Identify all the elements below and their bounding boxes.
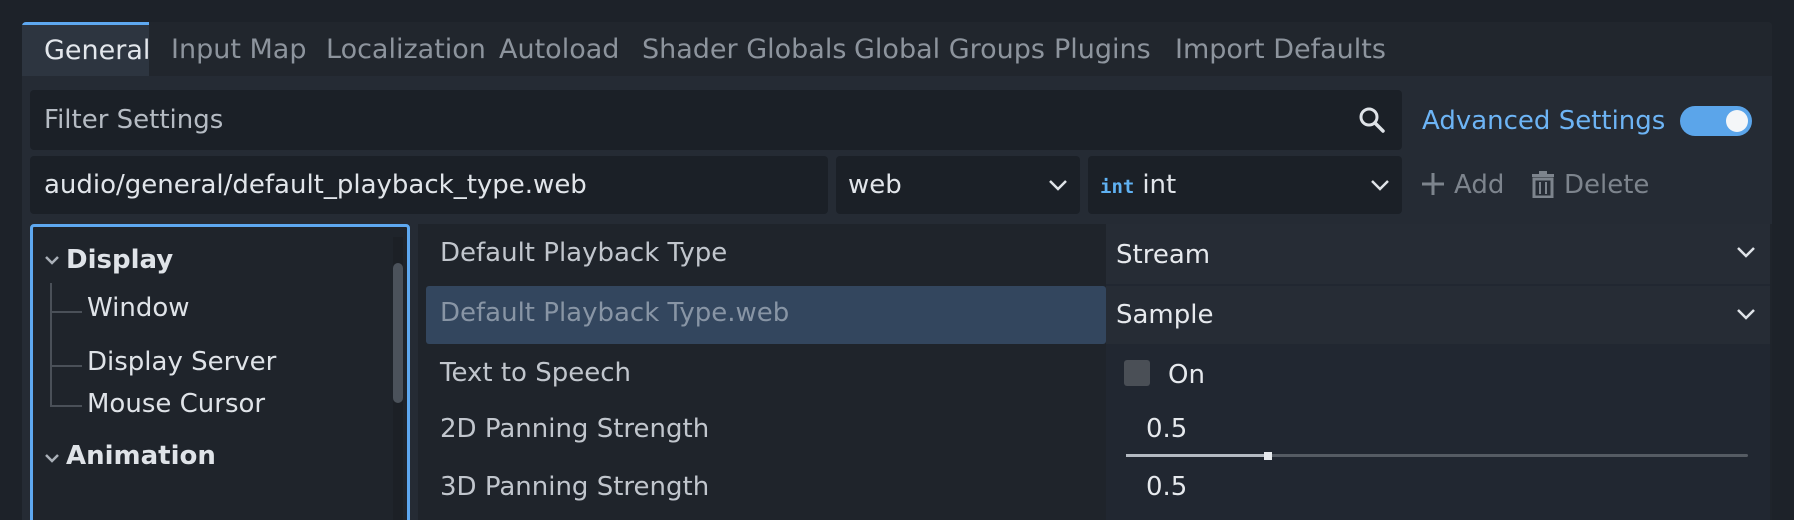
delete-button-label: Delete <box>1564 170 1650 200</box>
filter-placeholder: Filter Settings <box>44 105 224 135</box>
tab-import-defaults[interactable]: Import Defaults <box>1153 22 1408 76</box>
tree-item-mouse-cursor[interactable]: Mouse Cursor <box>87 389 265 419</box>
filter-settings-input[interactable]: Filter Settings <box>30 90 1402 150</box>
tab-input-map[interactable]: Input Map <box>149 22 328 76</box>
property-value: Sample <box>1116 300 1214 330</box>
toggle-knob <box>1726 110 1748 132</box>
search-icon <box>1359 107 1385 133</box>
property-value[interactable]: 0.5 <box>1146 414 1187 444</box>
property-label: Default Playback Type.web <box>440 298 790 328</box>
add-button[interactable]: Add <box>1420 156 1504 214</box>
feature-dropdown-value: web <box>848 170 902 200</box>
tree-scrollbar[interactable] <box>393 237 403 520</box>
add-button-label: Add <box>1454 170 1505 200</box>
settings-category-tree[interactable]: Display Window Display Server Mouse Curs… <box>30 224 410 520</box>
int-type-icon: int <box>1100 176 1135 198</box>
plus-icon <box>1422 172 1444 195</box>
property-row-2d-panning-strength: 2D Panning Strength 0.5 <box>418 406 1772 466</box>
text-to-speech-checkbox[interactable] <box>1124 360 1150 386</box>
property-label: 3D Panning Strength <box>440 472 710 502</box>
type-dropdown-value: int <box>1142 170 1177 200</box>
settings-inspector: Default Playback Type Stream Default Pla… <box>418 224 1772 520</box>
slider-fill <box>1126 454 1268 457</box>
chevron-down-icon <box>45 454 59 463</box>
property-value: Stream <box>1116 240 1211 270</box>
tree-item-display[interactable]: Display <box>66 245 173 275</box>
property-value-dropdown[interactable]: Sample <box>1106 286 1770 344</box>
tab-general[interactable]: General <box>22 22 150 76</box>
chevron-down-icon <box>1049 180 1067 191</box>
tab-autoload[interactable]: Autoload <box>477 22 641 76</box>
checkbox-label: On <box>1168 360 1205 390</box>
tree-guide-line <box>50 405 82 407</box>
property-label: 2D Panning Strength <box>440 414 710 444</box>
tree-guide-line <box>50 365 82 367</box>
scrollbar-thumb[interactable] <box>393 263 403 403</box>
property-row-text-to-speech: Text to Speech On <box>418 346 1772 406</box>
advanced-settings-label: Advanced Settings <box>1422 106 1666 136</box>
chevron-down-icon <box>1371 180 1389 191</box>
tab-plugins[interactable]: Plugins <box>1032 22 1173 76</box>
chevron-down-icon <box>1737 247 1755 258</box>
property-path-input[interactable]: audio/general/default_playback_type.web <box>30 156 828 214</box>
tab-bar: General Input Map Localization Autoload … <box>22 22 1772 76</box>
property-label: Text to Speech <box>440 358 631 388</box>
project-settings-panel: General Input Map Localization Autoload … <box>22 22 1772 520</box>
trash-icon <box>1532 170 1554 198</box>
tree-guide-line <box>50 311 82 313</box>
property-value[interactable]: 0.5 <box>1146 472 1187 502</box>
delete-button[interactable]: Delete <box>1530 156 1649 214</box>
tree-item-window[interactable]: Window <box>87 293 190 323</box>
property-value-dropdown[interactable]: Stream <box>1106 224 1770 284</box>
chevron-down-icon <box>1737 309 1755 320</box>
tree-guide-line <box>50 283 52 405</box>
chevron-down-icon <box>45 256 59 265</box>
slider-grabber[interactable] <box>1264 452 1272 460</box>
property-row-3d-panning-strength: 3D Panning Strength 0.5 <box>418 466 1772 520</box>
property-path-value: audio/general/default_playback_type.web <box>44 170 587 200</box>
advanced-settings-toggle[interactable] <box>1680 106 1752 136</box>
feature-dropdown[interactable]: web <box>836 156 1080 214</box>
property-row-default-playback-type: Default Playback Type Stream <box>418 224 1772 284</box>
property-label: Default Playback Type <box>440 238 728 268</box>
tree-item-animation[interactable]: Animation <box>66 441 216 471</box>
type-dropdown[interactable]: int int <box>1088 156 1402 214</box>
tree-item-display-server[interactable]: Display Server <box>87 347 276 377</box>
property-row-default-playback-type-web[interactable]: Default Playback Type.web Sample <box>418 286 1772 346</box>
